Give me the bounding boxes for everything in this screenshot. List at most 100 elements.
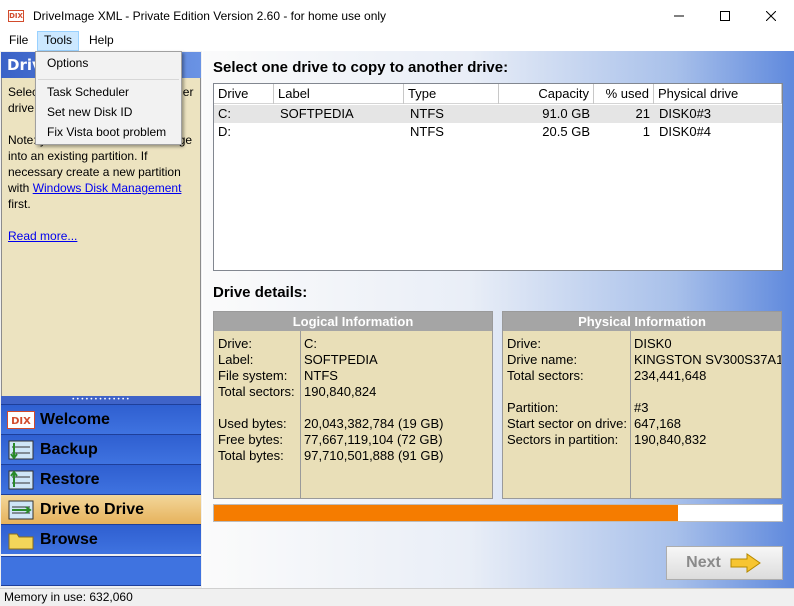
windows-disk-management-link[interactable]: Windows Disk Management <box>33 181 182 195</box>
logical-value: SOFTPEDIA <box>304 352 378 367</box>
maximize-button[interactable] <box>702 0 748 31</box>
cell-percent-used: 1 <box>642 124 650 139</box>
column-type[interactable]: Type <box>404 84 499 104</box>
dix-logo-icon: DIX <box>6 408 36 432</box>
menu-item-task-scheduler[interactable]: Task Scheduler <box>47 83 129 101</box>
physical-label: Partition: <box>507 400 559 415</box>
physical-info-panel: Physical Information Drive: DISK0 Drive … <box>502 311 782 499</box>
menu-item-options[interactable]: Options <box>47 54 88 72</box>
menu-item-set-disk-id[interactable]: Set new Disk ID <box>47 103 132 121</box>
column-divider <box>300 331 301 498</box>
drive-list-header: Drive Label Type Capacity % used Physica… <box>214 84 782 104</box>
menu-bar: File Tools Help <box>0 31 794 51</box>
logical-label: Used bytes: <box>218 416 287 431</box>
logical-label: Label: <box>218 352 254 367</box>
logical-info-header: Logical Information <box>214 312 492 331</box>
physical-info-header: Physical Information <box>503 312 781 331</box>
menu-separator <box>38 79 179 80</box>
physical-label: Total sectors: <box>507 368 584 383</box>
nav-label: Browse <box>40 530 98 548</box>
next-label: Next <box>686 554 721 571</box>
splitter-handle[interactable]: ••••••••••••• <box>1 396 201 404</box>
column-divider <box>630 331 631 498</box>
table-row[interactable]: D: NTFS 20.5 GB 1 DISK0#4 <box>214 123 782 141</box>
logical-info-panel: Logical Information Drive: C: Label: SOF… <box>213 311 493 499</box>
column-capacity[interactable]: Capacity <box>499 84 594 104</box>
physical-label: Drive name: <box>507 352 578 367</box>
logical-value: 77,667,119,104 (72 GB) <box>304 432 443 447</box>
read-more-link[interactable]: Read more... <box>8 229 77 243</box>
physical-value: #3 <box>634 400 649 415</box>
nav-label: Backup <box>40 440 98 458</box>
cell-capacity: 91.0 GB <box>542 106 590 121</box>
drive-details-heading: Drive details: <box>213 284 308 301</box>
logical-value: C: <box>304 336 317 351</box>
nav-label: Welcome <box>40 410 110 428</box>
progress-fill <box>214 505 679 521</box>
menu-file[interactable]: File <box>3 31 34 51</box>
usage-progress-bar <box>213 504 783 522</box>
backup-icon <box>6 438 36 462</box>
title-bar: DIX DriveImage XML - Private Edition Ver… <box>0 0 794 31</box>
nav-label: Restore <box>40 470 100 488</box>
physical-value: 647,168 <box>634 416 681 431</box>
cell-label: SOFTPEDIA <box>280 106 354 121</box>
folder-icon <box>6 528 36 552</box>
logical-label: File system: <box>218 368 288 383</box>
cell-capacity: 20.5 GB <box>542 124 590 139</box>
column-physical-drive[interactable]: Physical drive <box>654 84 782 104</box>
nav-restore[interactable]: Restore <box>1 464 201 494</box>
logical-value: 190,840,824 <box>304 384 377 399</box>
drive-to-drive-icon <box>6 498 36 522</box>
cell-drive: D: <box>218 124 231 139</box>
physical-label: Sectors in partition: <box>507 432 619 447</box>
column-label[interactable]: Label <box>274 84 404 104</box>
nav-label: Drive to Drive <box>40 500 145 518</box>
close-button[interactable] <box>748 0 794 31</box>
drive-selection-heading: Select one drive to copy to another driv… <box>213 59 509 76</box>
physical-value: 234,441,648 <box>634 368 707 383</box>
panel-note-end: first. <box>8 197 31 211</box>
close-icon <box>766 10 776 21</box>
column-percent-used[interactable]: % used <box>594 84 654 104</box>
nav-browse[interactable]: Browse <box>1 524 201 554</box>
menu-item-fix-vista-boot[interactable]: Fix Vista boot problem <box>47 123 166 141</box>
cell-drive: C: <box>218 106 231 121</box>
cell-type: NTFS <box>410 124 444 139</box>
menu-tools[interactable]: Tools <box>37 31 80 51</box>
cell-type: NTFS <box>410 106 444 121</box>
nav-welcome[interactable]: DIX Welcome <box>1 404 201 434</box>
restore-icon <box>6 468 36 492</box>
nav-spacer <box>1 556 201 586</box>
logical-value: 20,043,382,784 (19 GB) <box>304 416 444 431</box>
status-bar: Memory in use: 632,060 <box>0 588 794 606</box>
svg-text:DIX: DIX <box>11 416 31 427</box>
physical-label: Start sector on drive: <box>507 416 627 431</box>
logical-label: Drive: <box>218 336 252 351</box>
cell-physical: DISK0#3 <box>659 106 712 121</box>
table-row[interactable]: C: SOFTPEDIA NTFS 91.0 GB 21 DISK0#3 <box>214 105 782 123</box>
menu-help[interactable]: Help <box>83 31 120 51</box>
tools-dropdown-menu: Options Task Scheduler Set new Disk ID F… <box>35 51 182 145</box>
next-button[interactable]: Next <box>666 546 783 580</box>
logical-value: 97,710,501,888 (91 GB) <box>304 448 444 463</box>
physical-label: Drive: <box>507 336 541 351</box>
maximize-icon <box>720 10 730 21</box>
nav-backup[interactable]: Backup <box>1 434 201 464</box>
logical-value: NTFS <box>304 368 338 383</box>
physical-value: 190,840,832 <box>634 432 707 447</box>
logical-label: Total sectors: <box>218 384 295 399</box>
arrow-right-icon <box>730 553 761 573</box>
app-logo-icon: DIX <box>8 9 24 22</box>
cell-physical: DISK0#4 <box>659 124 712 139</box>
window-title: DriveImage XML - Private Edition Version… <box>33 8 387 23</box>
column-drive[interactable]: Drive <box>214 84 274 104</box>
minimize-icon <box>674 15 684 16</box>
cell-percent-used: 21 <box>635 106 650 121</box>
drive-list[interactable]: Drive Label Type Capacity % used Physica… <box>213 83 783 271</box>
physical-value: KINGSTON SV300S37A1 <box>634 352 782 367</box>
logical-label: Free bytes: <box>218 432 284 447</box>
minimize-button[interactable] <box>656 0 702 31</box>
physical-value: DISK0 <box>634 336 672 351</box>
nav-drive-to-drive[interactable]: Drive to Drive <box>1 494 201 524</box>
